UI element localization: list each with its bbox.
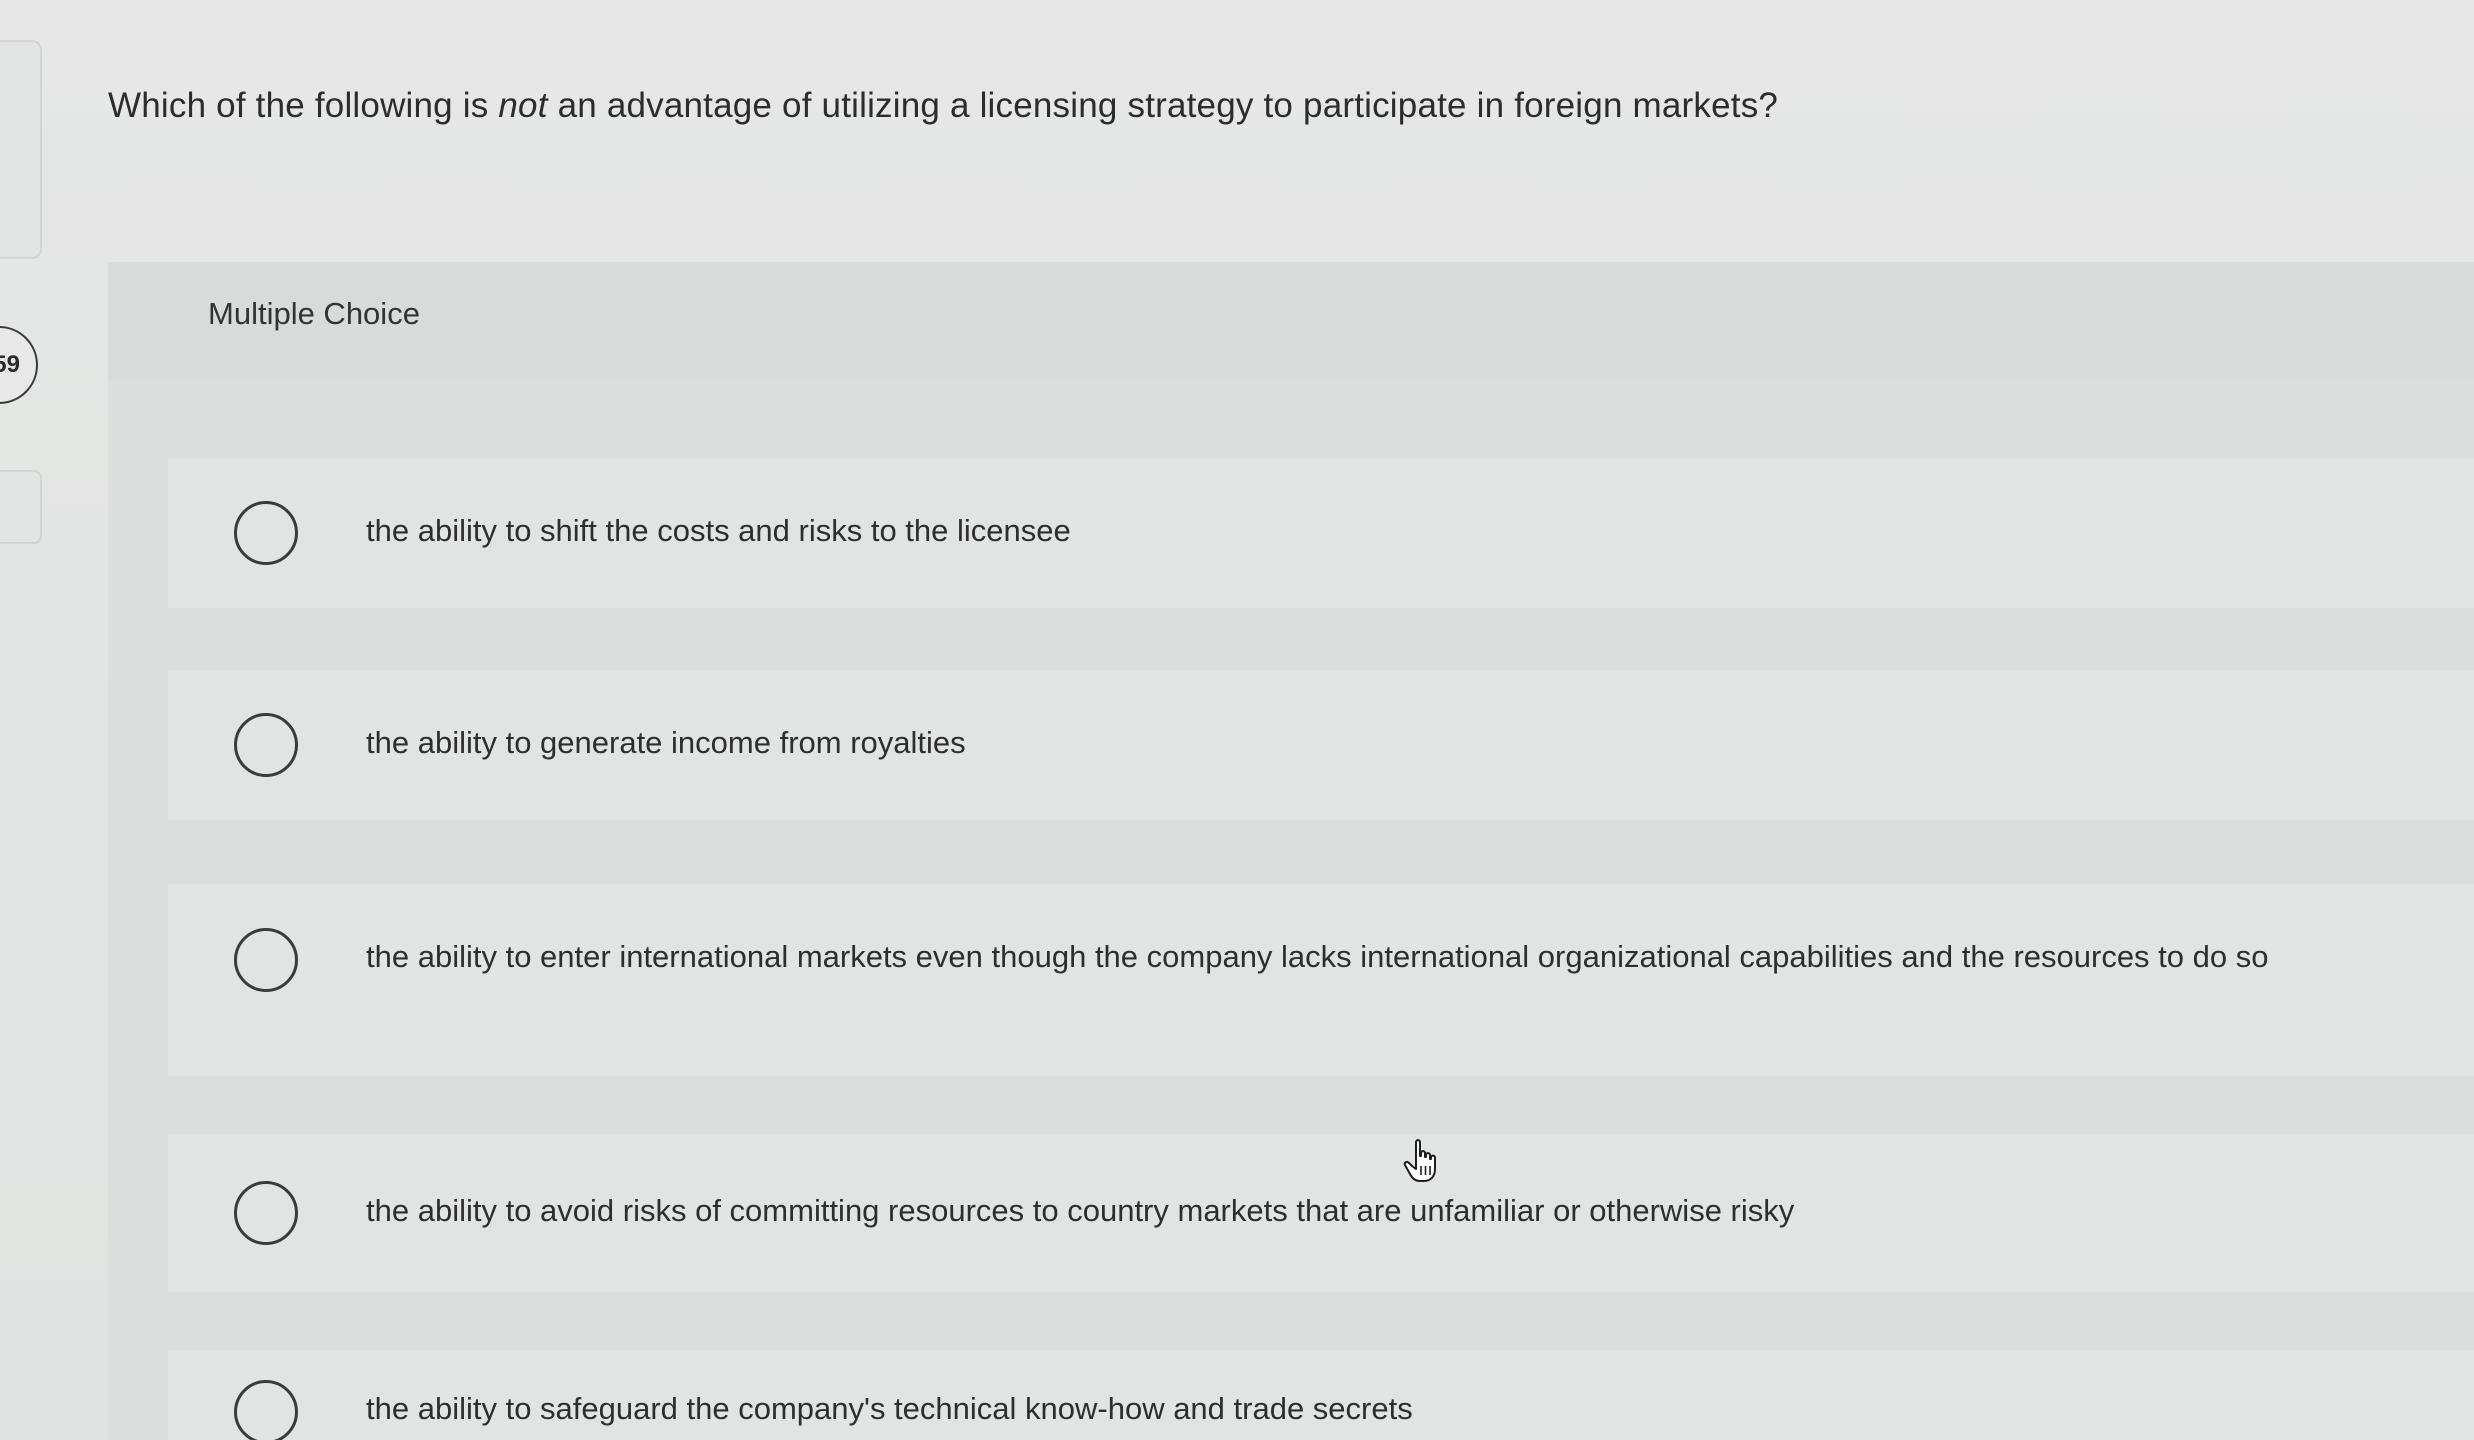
side-navigation-button[interactable] [0, 470, 42, 544]
radio-button-icon[interactable] [234, 501, 298, 565]
answer-choice-1[interactable]: the ability to shift the costs and risks… [168, 458, 2474, 608]
multiple-choice-panel: Multiple Choice the ability to shift the… [108, 262, 2474, 1440]
question-text-emphasis: not [498, 86, 548, 125]
question-prompt: Which of the following is not an advanta… [108, 86, 2388, 126]
radio-button-icon[interactable] [234, 713, 298, 777]
answer-choice-2[interactable]: the ability to generate income from roya… [168, 670, 2474, 820]
multiple-choice-title: Multiple Choice [208, 296, 420, 331]
radio-button-icon[interactable] [234, 1380, 298, 1440]
answer-choice-label: the ability to avoid risks of committing… [366, 1193, 1795, 1228]
quiz-screen: 59 Which of the following is not an adva… [0, 0, 2474, 1440]
question-text-end: an advantage of utilizing a licensing st… [547, 86, 1779, 125]
question-text-start: Which of the following is [108, 86, 499, 125]
radio-button-icon[interactable] [234, 928, 298, 992]
side-navigation-panel[interactable] [0, 40, 42, 259]
answer-choice-3[interactable]: the ability to enter international marke… [168, 884, 2474, 1076]
question-number-badge[interactable]: 59 [0, 326, 38, 404]
answer-choice-4[interactable]: the ability to avoid risks of committing… [168, 1134, 2474, 1292]
answer-choice-5[interactable]: the ability to safeguard the company's t… [168, 1350, 2474, 1440]
answer-choice-label: the ability to shift the costs and risks… [366, 513, 1071, 548]
question-number: 59 [0, 351, 20, 378]
answer-choice-label: the ability to enter international marke… [366, 939, 2269, 974]
answer-choice-label: the ability to generate income from roya… [366, 725, 966, 760]
answer-choice-label: the ability to safeguard the company's t… [366, 1391, 1413, 1426]
radio-button-icon[interactable] [234, 1181, 298, 1245]
multiple-choice-header: Multiple Choice [108, 262, 2474, 380]
hand-pointer-icon [1403, 1139, 1436, 1182]
